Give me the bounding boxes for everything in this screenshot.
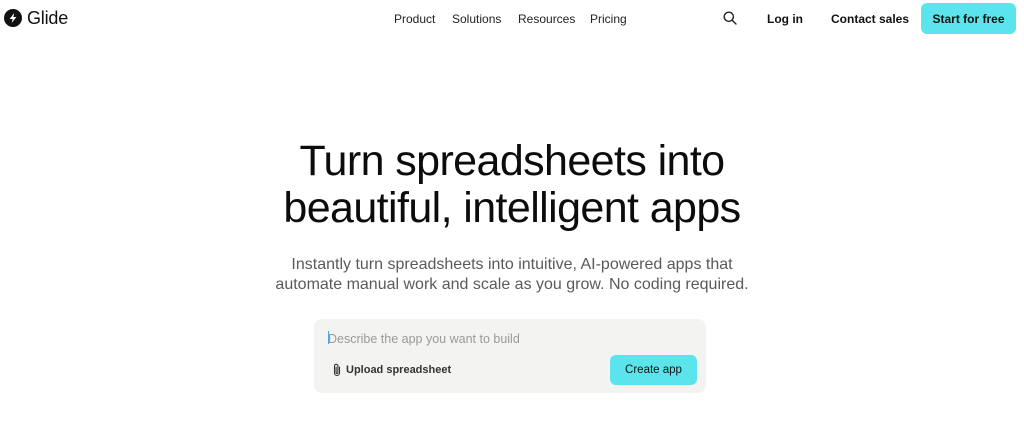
paperclip-icon <box>333 363 341 377</box>
text-caret <box>328 331 329 344</box>
nav-item-pricing[interactable]: Pricing <box>590 11 627 27</box>
start-for-free-button[interactable]: Start for free <box>921 3 1016 34</box>
nav-item-solutions[interactable]: Solutions <box>452 11 501 27</box>
nav-item-product[interactable]: Product <box>394 11 435 27</box>
create-app-button[interactable]: Create app <box>610 355 697 385</box>
hero-title-line-2: beautiful, intelligent apps <box>283 184 741 232</box>
hero-title-line-1: Turn spreadsheets into <box>299 137 725 185</box>
search-button[interactable] <box>722 10 738 26</box>
hero-subtitle-line-1: Instantly turn spreadsheets into intuiti… <box>291 256 733 273</box>
hero-subtitle: Instantly turn spreadsheets into intuiti… <box>0 255 1024 295</box>
upload-spreadsheet-label: Upload spreadsheet <box>346 364 452 376</box>
hero-title: Turn spreadsheets into beautiful, intell… <box>0 138 1024 232</box>
site-header: Glide Product Solutions Resources Pricin… <box>0 0 1024 38</box>
upload-spreadsheet-button[interactable]: Upload spreadsheet <box>332 363 451 377</box>
nav-item-resources[interactable]: Resources <box>518 11 575 27</box>
contact-sales-link[interactable]: Contact sales <box>831 11 909 27</box>
hero-subtitle-line-2: automate manual work and scale as you gr… <box>275 276 749 293</box>
app-prompt-box: Upload spreadsheet Create app <box>314 319 706 393</box>
app-description-input[interactable] <box>328 330 688 348</box>
search-icon <box>723 11 737 25</box>
login-link[interactable]: Log in <box>767 11 803 27</box>
